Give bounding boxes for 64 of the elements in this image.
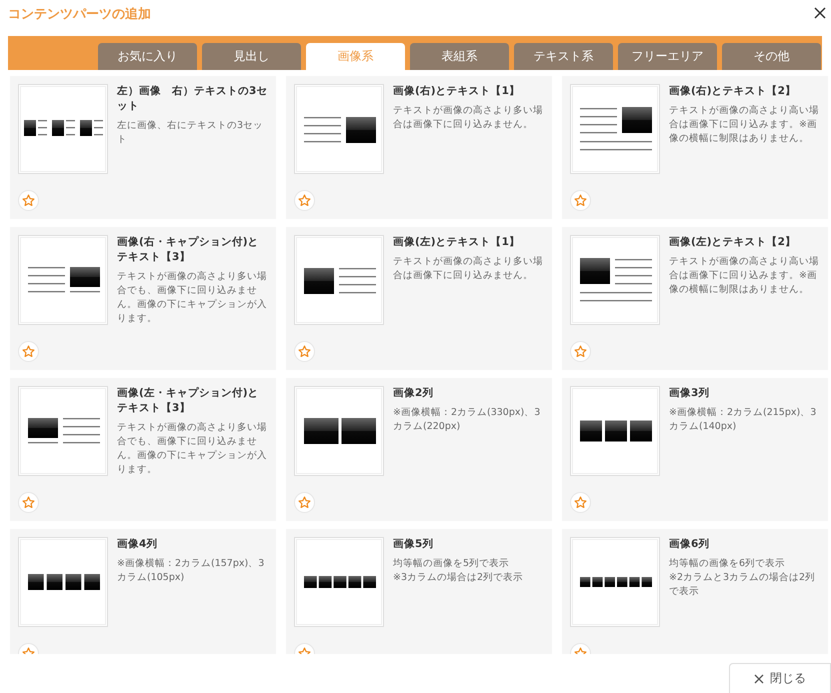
favorite-button[interactable] [570, 341, 591, 362]
part-title: 画像(右・キャプション付)とテキスト【3】 [117, 235, 260, 266]
part-title: 画像4列 [117, 537, 158, 552]
star-icon [22, 345, 35, 358]
part-card[interactable]: 画像4列 ※画像横幅：2カラム(157px)、3カラム(105px) [10, 529, 276, 654]
part-title: 画像6列 [669, 537, 710, 552]
part-card[interactable]: 画像(左)とテキスト【1】 テキストが画像の高さより多い場合は画像下に回り込みません。 [286, 227, 552, 370]
star-icon [298, 345, 311, 358]
star-icon [574, 194, 587, 207]
part-title: 画像(左)とテキスト【2】 [669, 235, 797, 250]
part-description: テキストが画像の高さより高い場合は画像下に回り込みます。※画像の横幅に制限はありません。 [669, 104, 820, 146]
star-icon [574, 496, 587, 509]
category-tab[interactable]: その他 [722, 43, 821, 70]
favorite-button[interactable] [570, 190, 591, 211]
part-title: 画像5列 [393, 537, 434, 552]
favorite-button[interactable] [294, 492, 315, 513]
category-tab[interactable]: お気に入り [98, 43, 197, 70]
category-tab[interactable]: テキスト系 [514, 43, 613, 70]
part-description: テキストが画像の高さより多い場合は画像下に回り込みません。 [393, 255, 544, 283]
star-icon [22, 194, 35, 207]
part-card[interactable]: 画像2列 ※画像横幅：2カラム(330px)、3カラム(220px) [286, 378, 552, 521]
star-icon [22, 496, 35, 509]
part-description: 均等幅の画像を5列で表示 ※3カラムの場合は2列で表示 [393, 557, 524, 585]
part-description: 左に画像、右にテキストの3セット [117, 119, 264, 147]
star-icon [298, 496, 311, 509]
part-title: 画像2列 [393, 386, 434, 401]
favorite-button[interactable] [18, 492, 39, 513]
part-description: テキストが画像の高さより多い場合でも、画像下に回り込みません。画像の下にキャプションが入ります。 [117, 270, 268, 326]
part-title: 画像3列 [669, 386, 710, 401]
category-tab[interactable]: 表組系 [410, 43, 509, 70]
part-description: ※画像横幅：2カラム(330px)、3カラム(220px) [393, 406, 542, 434]
part-card[interactable]: 画像(右・キャプション付)とテキスト【3】 テキストが画像の高さより多い場合でも、画像下に回り込みません。画像の下にキャプションが入ります。 [10, 227, 276, 370]
part-card[interactable]: 画像5列 均等幅の画像を5列で表示 ※3カラムの場合は2列で表示 [286, 529, 552, 654]
category-tab[interactable]: フリーエリア [618, 43, 717, 70]
close-icon [754, 674, 764, 684]
part-card[interactable]: 画像(右)とテキスト【1】 テキストが画像の高さより多い場合は画像下に回り込みません。 [286, 76, 552, 219]
favorite-button[interactable] [294, 190, 315, 211]
category-tab[interactable]: 見出し [202, 43, 301, 70]
close-button[interactable]: 閉じる [729, 663, 831, 693]
favorite-button[interactable] [294, 341, 315, 362]
dialog-title: コンテンツパーツの追加 [8, 6, 151, 23]
part-title: 画像(左)とテキスト【1】 [393, 235, 521, 250]
part-card[interactable]: 左）画像 右）テキストの3セット 左に画像、右にテキストの3セット [10, 76, 276, 219]
close-label: 閉じる [770, 670, 806, 687]
part-card[interactable]: 画像6列 均等幅の画像を6列で表示 ※2カラムと3カラムの場合は2列で表示 [562, 529, 828, 654]
part-card[interactable]: 画像(右)とテキスト【2】 テキストが画像の高さより高い場合は画像下に回り込みます。※画像の横幅に制限はありません。 [562, 76, 828, 219]
favorite-button[interactable] [18, 341, 39, 362]
favorite-button[interactable] [570, 492, 591, 513]
part-description: ※画像横幅：2カラム(157px)、3カラム(105px) [117, 557, 266, 585]
part-card[interactable]: 画像(左・キャプション付)とテキスト【3】 テキストが画像の高さより多い場合でも、画像下に回り込みません。画像の下にキャプションが入ります。 [10, 378, 276, 521]
favorite-button[interactable] [18, 190, 39, 211]
part-description: テキストが画像の高さより多い場合は画像下に回り込みません。 [393, 104, 544, 132]
part-title: 画像(右)とテキスト【2】 [669, 84, 797, 99]
star-icon [574, 345, 587, 358]
star-icon [298, 194, 311, 207]
part-title: 左）画像 右）テキストの3セット [117, 84, 268, 114]
part-description: ※画像横幅：2カラム(215px)、3カラム(140px) [669, 406, 818, 434]
part-title: 画像(左・キャプション付)とテキスト【3】 [117, 386, 260, 416]
part-card[interactable]: 画像(左)とテキスト【2】 テキストが画像の高さより高い場合は画像下に回り込みます。※画像の横幅に制限はありません。 [562, 227, 828, 370]
part-description: テキストが画像の高さより多い場合でも、画像下に回り込みません。画像の下にキャプションが入ります。 [117, 421, 268, 476]
part-title: 画像(右)とテキスト【1】 [393, 84, 521, 99]
part-card[interactable]: 画像3列 ※画像横幅：2カラム(215px)、3カラム(140px) [562, 378, 828, 521]
part-description: 均等幅の画像を6列で表示 ※2カラムと3カラムの場合は2列で表示 [669, 557, 816, 599]
part-description: テキストが画像の高さより高い場合は画像下に回り込みます。※画像の横幅に制限はありません。 [669, 255, 820, 297]
